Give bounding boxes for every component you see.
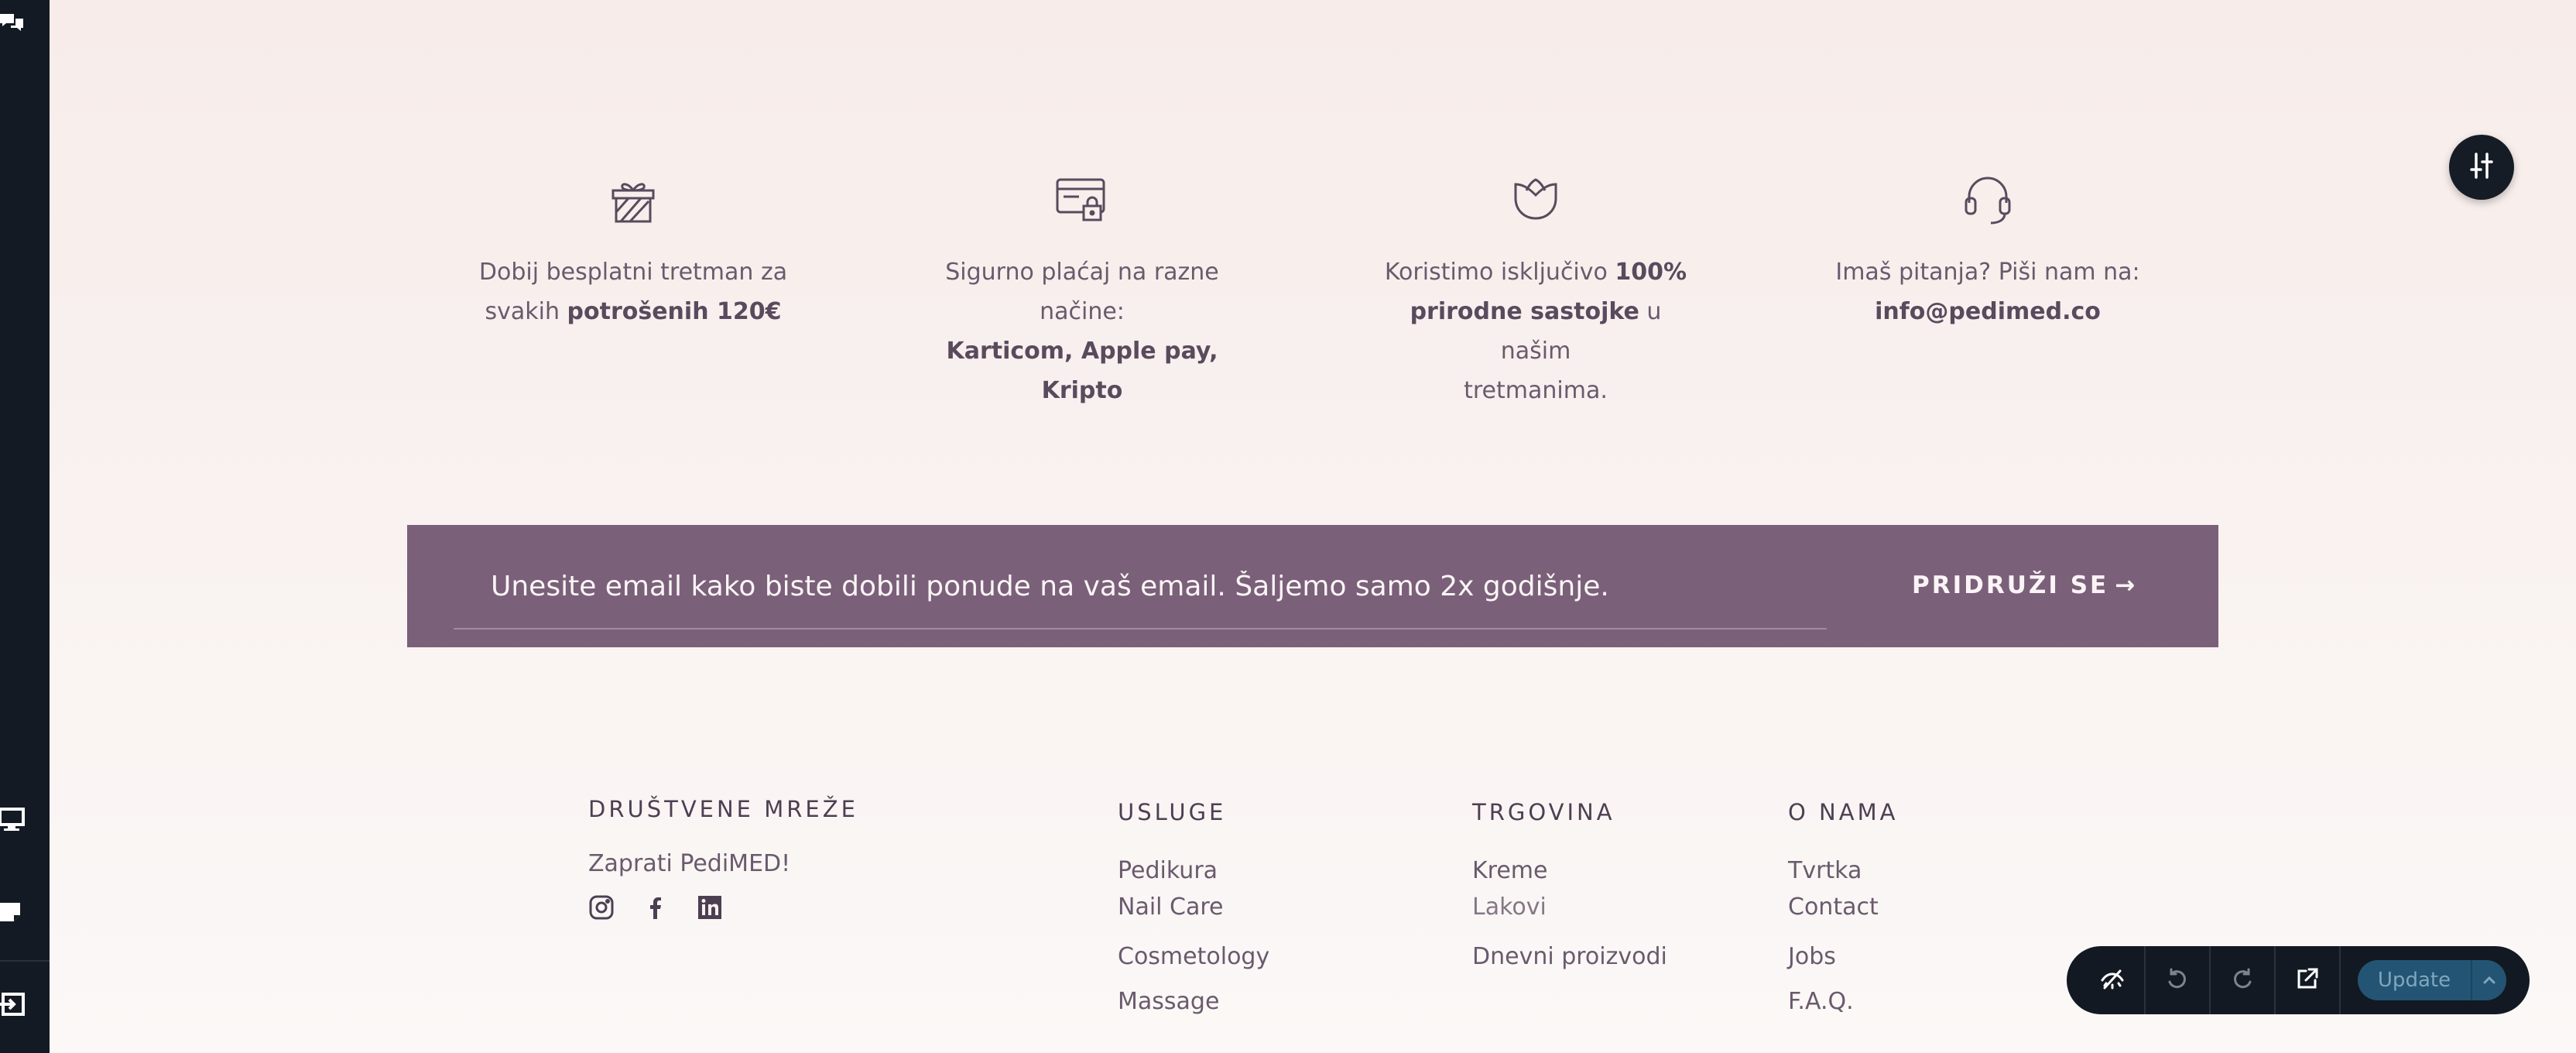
footer-services: USLUGE Pedikura Nail Care Cosmetology Ma… bbox=[1118, 799, 1269, 1030]
tulip-icon bbox=[1508, 172, 1564, 228]
footer-about: O NAMA Tvrtka Contact Jobs F.A.Q. bbox=[1788, 799, 1898, 1030]
note-icon[interactable] bbox=[0, 900, 26, 926]
update-button-group: Update bbox=[2358, 960, 2506, 1000]
feature-gift: Dobij besplatni tretman za svakih potroš… bbox=[471, 172, 796, 331]
footer-link-contact[interactable]: Contact bbox=[1788, 883, 1898, 932]
footer-link-dnevni-proizvodi[interactable]: Dnevni proizvodi bbox=[1472, 929, 1667, 985]
comments-icon[interactable] bbox=[0, 9, 26, 36]
settings-fab[interactable] bbox=[2449, 135, 2514, 200]
social-tagline: Zaprati PediMED! bbox=[588, 850, 791, 877]
footer-link-lakovi[interactable]: Lakovi bbox=[1472, 883, 1667, 932]
footer-heading-shop: TRGOVINA bbox=[1472, 799, 1615, 825]
secure-card-icon bbox=[1054, 172, 1110, 228]
footer-link-nail-care[interactable]: Nail Care bbox=[1118, 883, 1269, 932]
join-button[interactable]: PRIDRUŽI SE → bbox=[1912, 564, 2137, 607]
editor-sidebar bbox=[0, 0, 50, 1053]
open-external-button[interactable] bbox=[2276, 946, 2341, 1014]
facebook-icon[interactable] bbox=[642, 894, 669, 921]
footer-social: DRUŠTVENE MREŽE Zaprati PediMED! bbox=[588, 796, 858, 921]
footer-link-faq[interactable]: F.A.Q. bbox=[1788, 974, 1898, 1030]
redo-icon bbox=[2230, 966, 2255, 994]
redo-button[interactable] bbox=[2211, 946, 2276, 1014]
sidebar-divider bbox=[0, 960, 50, 962]
arrow-right-icon: → bbox=[2115, 571, 2138, 599]
input-underline bbox=[454, 628, 1827, 629]
hide-icon bbox=[2100, 966, 2125, 994]
hide-button[interactable] bbox=[2081, 946, 2146, 1014]
newsletter-banner: PRIDRUŽI SE → bbox=[407, 525, 2218, 647]
desktop-icon[interactable] bbox=[0, 807, 26, 833]
open-external-icon bbox=[2295, 966, 2320, 994]
exit-icon[interactable] bbox=[0, 991, 26, 1017]
undo-button[interactable] bbox=[2146, 946, 2211, 1014]
editor-toolbar: Update bbox=[2067, 946, 2530, 1014]
join-button-label: PRIDRUŽI SE bbox=[1912, 571, 2109, 599]
sliders-icon bbox=[2467, 151, 2496, 184]
update-button[interactable]: Update bbox=[2358, 969, 2471, 992]
gift-icon bbox=[605, 172, 661, 228]
chevron-up-icon[interactable] bbox=[2471, 960, 2506, 1000]
newsletter-email-input[interactable] bbox=[455, 561, 1827, 612]
footer-heading-about: O NAMA bbox=[1788, 799, 1899, 825]
contact-email-link[interactable]: info@pedimed.co bbox=[1875, 298, 2101, 325]
feature-payment: Sigurno plaćaj na razne načine: Karticom… bbox=[920, 172, 1245, 410]
footer-heading-social: DRUŠTVENE MREŽE bbox=[588, 796, 858, 822]
headset-icon bbox=[1960, 172, 2016, 228]
footer-shop: TRGOVINA Kreme Lakovi Dnevni proizvodi bbox=[1472, 799, 1667, 985]
footer-heading-services: USLUGE bbox=[1118, 799, 1227, 825]
instagram-icon[interactable] bbox=[588, 894, 615, 921]
feature-natural: Koristimo isključivo 100% prirodne sasto… bbox=[1373, 172, 1698, 410]
undo-icon bbox=[2165, 966, 2190, 994]
social-icons bbox=[588, 894, 858, 921]
linkedin-icon[interactable] bbox=[697, 894, 723, 921]
feature-contact: Imaš pitanja? Piši nam na: info@pedimed.… bbox=[1825, 172, 2150, 331]
